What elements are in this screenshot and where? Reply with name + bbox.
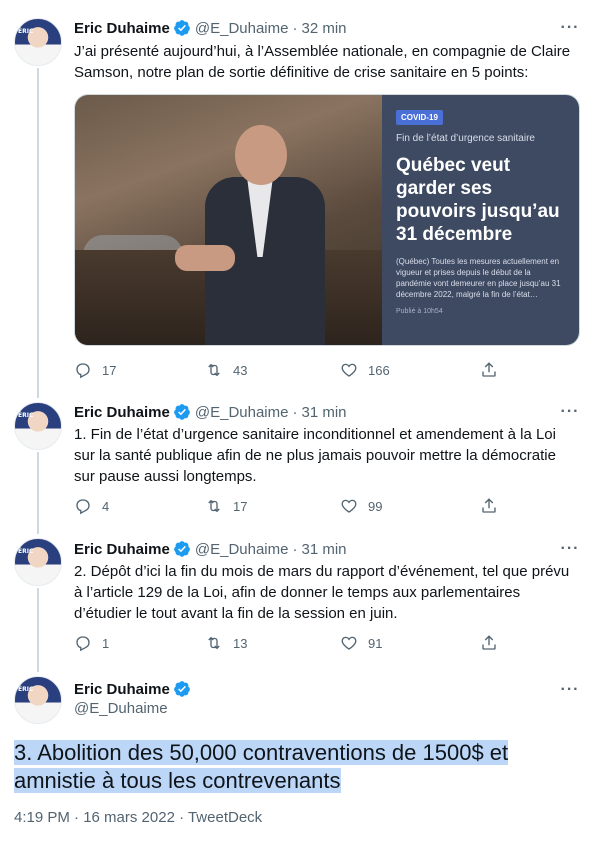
thread-line	[37, 452, 39, 534]
article-published: Publié à 10h54	[396, 308, 443, 315]
avatar[interactable]: ÉRIC	[14, 676, 62, 724]
like-count: 91	[368, 635, 383, 651]
retweet-button[interactable]: 43	[205, 360, 247, 380]
heart-icon	[341, 363, 357, 377]
article-title: Québec veut garder ses pouvoirs jusqu’au…	[396, 155, 560, 245]
highlighted-text-line: 3. Abolition des 50,000 contraventions d…	[14, 740, 509, 765]
retweet-count: 17	[233, 498, 248, 514]
verified-badge-icon	[174, 681, 190, 697]
author-handle[interactable]: @E_Duhaime	[195, 404, 289, 421]
verified-badge-icon	[174, 404, 190, 420]
like-button[interactable]: 91	[340, 633, 382, 653]
tweet-header: Eric Duhaime @E_Duhaime · 32 min	[74, 18, 347, 38]
separator-dot: ·	[292, 19, 298, 37]
like-button[interactable]: 99	[340, 496, 382, 516]
share-icon	[482, 362, 496, 377]
reply-button[interactable]: 4	[74, 496, 109, 516]
article-photo	[75, 95, 382, 345]
retweet-icon	[208, 363, 220, 377]
more-options-icon[interactable]: ···	[560, 682, 580, 704]
tweet-actions: 17 43 166	[74, 360, 514, 380]
avatar[interactable]: ÉRIC	[14, 538, 62, 586]
tweet-time[interactable]: 31 min	[301, 541, 346, 558]
avatar-badge-text: ÉRIC	[18, 548, 34, 555]
reply-button[interactable]: 17	[74, 360, 116, 380]
retweet-count: 13	[233, 635, 248, 651]
like-count: 99	[368, 498, 383, 514]
share-icon	[482, 498, 496, 513]
author-name[interactable]: Eric Duhaime	[74, 20, 170, 37]
avatar-badge-text: ÉRIC	[18, 412, 34, 419]
like-button[interactable]: 166	[340, 360, 390, 380]
reply-icon	[76, 499, 90, 515]
more-options-icon[interactable]: ···	[560, 541, 580, 563]
heart-icon	[341, 636, 357, 650]
reply-icon	[76, 636, 90, 652]
article-media-card[interactable]: COVID-19 Fin de l’état d’urgence sanitai…	[74, 94, 580, 346]
tweet-text: 1. Fin de l’état d’urgence sanitaire inc…	[74, 426, 556, 485]
reply-button[interactable]: 1	[74, 633, 109, 653]
separator-dot: ·	[292, 403, 298, 421]
tweet-header: Eric Duhaime @E_Duhaime · 31 min	[74, 402, 347, 422]
author-name[interactable]: Eric Duhaime	[74, 541, 170, 558]
reply-count: 17	[102, 362, 117, 378]
share-button[interactable]	[480, 633, 498, 653]
article-kicker: Fin de l’état d’urgence sanitaire	[396, 133, 535, 144]
tweet-text: 2. Dépôt d’ici la fin du mois de mars du…	[74, 563, 570, 622]
avatar-badge-text: ÉRIC	[18, 28, 34, 35]
retweet-button[interactable]: 17	[205, 496, 247, 516]
thread-line	[37, 68, 39, 398]
share-button[interactable]	[480, 360, 498, 380]
tweet-header: Eric Duhaime	[74, 679, 195, 699]
author-name[interactable]: Eric Duhaime	[74, 681, 170, 698]
tweet-time[interactable]: 32 min	[301, 20, 346, 37]
thread-line	[37, 588, 39, 672]
retweet-icon	[208, 636, 220, 650]
heart-icon	[341, 499, 357, 513]
author-handle[interactable]: @E_Duhaime	[74, 700, 168, 717]
article-card-panel: COVID-19 Fin de l’état d’urgence sanitai…	[382, 95, 579, 345]
reply-count: 1	[102, 635, 110, 651]
author-handle[interactable]: @E_Duhaime	[195, 20, 289, 37]
verified-badge-icon	[174, 541, 190, 557]
share-button[interactable]	[480, 496, 498, 516]
tweet-header: Eric Duhaime @E_Duhaime · 31 min	[74, 539, 347, 559]
verified-badge-icon	[174, 20, 190, 36]
reply-icon	[76, 363, 90, 379]
focused-tweet-text: 3. Abolition des 50,000 contraventions d…	[14, 739, 586, 795]
more-options-icon[interactable]: ···	[560, 20, 580, 42]
tweet-actions: 1 13 91	[74, 633, 514, 653]
retweet-icon	[208, 499, 220, 513]
retweet-button[interactable]: 13	[205, 633, 247, 653]
tweet-actions: 4 17 99	[74, 496, 514, 516]
tweet-text: J’ai présenté aujourd’hui, à l’Assemblée…	[74, 43, 571, 81]
avatar-badge-text: ÉRIC	[18, 686, 34, 693]
retweet-count: 43	[233, 362, 248, 378]
avatar[interactable]: ÉRIC	[14, 18, 62, 66]
highlighted-text-line: amnistie à tous les contrevenants	[14, 768, 341, 793]
more-options-icon[interactable]: ···	[560, 404, 580, 426]
separator-dot: ·	[292, 540, 298, 558]
tweet-time[interactable]: 31 min	[301, 404, 346, 421]
avatar[interactable]: ÉRIC	[14, 402, 62, 450]
like-count: 166	[368, 362, 390, 378]
author-name[interactable]: Eric Duhaime	[74, 404, 170, 421]
author-handle[interactable]: @E_Duhaime	[195, 541, 289, 558]
article-tag: COVID-19	[396, 110, 443, 125]
article-excerpt: (Québec) Toutes les mesures actuellement…	[396, 257, 561, 299]
reply-count: 4	[102, 498, 110, 514]
tweet-timestamp-source[interactable]: 4:19 PM · 16 mars 2022 · TweetDeck	[14, 809, 262, 826]
share-icon	[482, 635, 496, 650]
